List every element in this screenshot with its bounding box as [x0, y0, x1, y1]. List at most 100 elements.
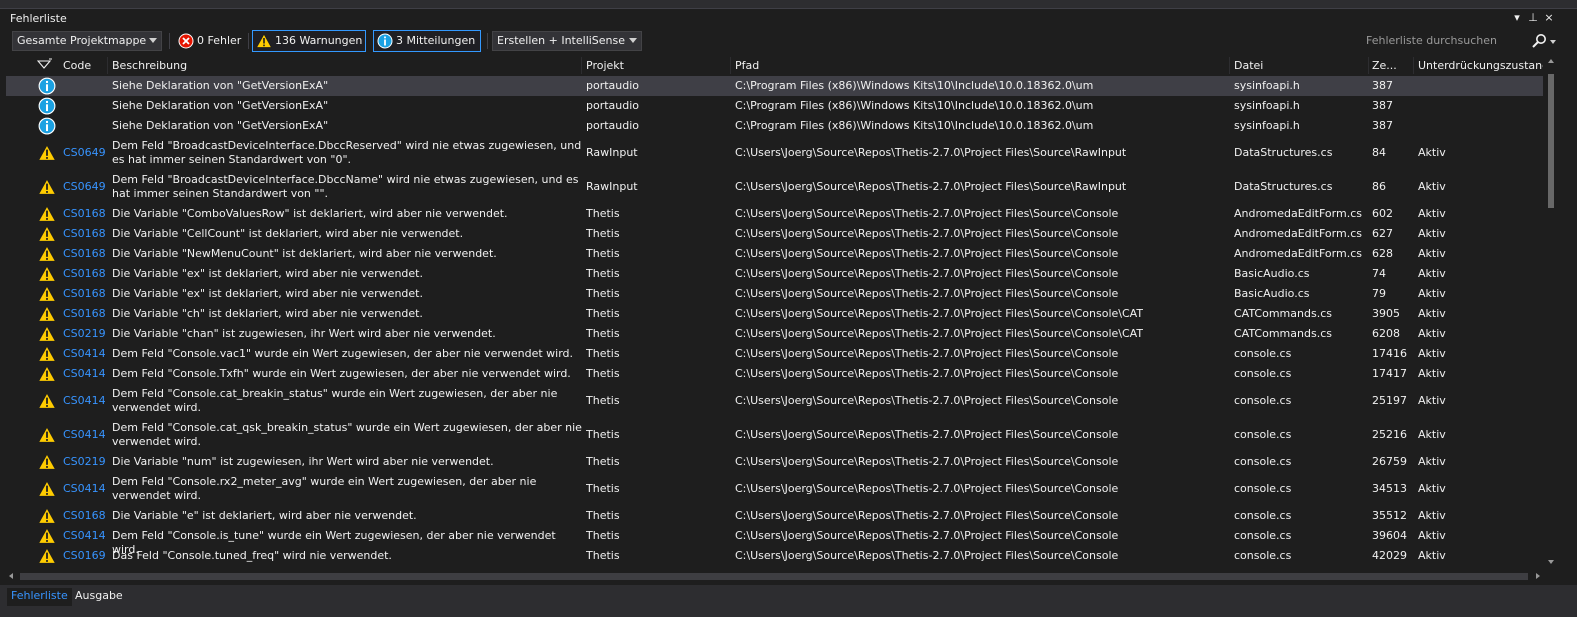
cell-suppression: Aktiv — [1418, 347, 1446, 360]
table-row[interactable]: CS0414 Dem Feld "Console.vac1" wurde ein … — [6, 344, 1543, 364]
cell-description: Dem Feld "BroadcastDeviceInterface.DbccN… — [112, 173, 579, 200]
cell-path: C:\Program Files (x86)\Windows Kits\10\I… — [735, 99, 1094, 112]
table-row[interactable]: CS0414 Dem Feld "Console.cat_qsk_breakin_… — [6, 418, 1543, 452]
cell-suppression: Aktiv — [1418, 549, 1446, 562]
tab-fehlerliste[interactable]: Fehlerliste — [7, 588, 72, 606]
column-divider[interactable] — [107, 57, 108, 74]
cell-file: console.cs — [1234, 367, 1292, 380]
column-divider[interactable] — [730, 57, 731, 74]
scroll-down-icon[interactable] — [1548, 560, 1554, 564]
warning-icon — [38, 365, 56, 382]
cell-code[interactable]: CS0168 — [63, 267, 106, 281]
column-header-line[interactable]: Ze... — [1372, 59, 1410, 72]
scroll-right-icon[interactable] — [1536, 573, 1540, 579]
column-divider[interactable] — [1413, 57, 1414, 74]
column-header-description[interactable]: Beschreibung — [112, 59, 187, 72]
column-header-suppression[interactable]: Unterdrückungszustand — [1418, 59, 1543, 72]
cell-code[interactable]: CS0414 — [63, 482, 106, 496]
messages-filter-button[interactable]: 3 Mitteilungen — [373, 30, 481, 52]
cell-file: CATCommands.cs — [1234, 327, 1332, 340]
cell-project: Thetis — [586, 207, 620, 220]
window-dropdown-icon[interactable]: ▾ — [1510, 11, 1524, 25]
cell-line: 25216 — [1372, 428, 1407, 441]
cell-code[interactable]: CS0414 — [63, 394, 106, 408]
table-row[interactable]: CS0168 Die Variable "ComboValuesRow" ist … — [6, 204, 1543, 224]
table-row[interactable]: CS0168 Die Variable "ex" ist deklariert, … — [6, 264, 1543, 284]
cell-description: Die Variable "ex" ist deklariert, wird a… — [112, 287, 423, 300]
table-row[interactable]: CS0414 Dem Feld "Console.rx2_meter_avg" w… — [6, 472, 1543, 506]
table-row[interactable]: Siehe Deklaration von "GetVersionExA" por… — [6, 116, 1543, 136]
cell-code[interactable]: CS0168 — [63, 227, 106, 241]
cell-code[interactable]: CS0168 — [63, 307, 106, 321]
search-icon[interactable] — [1531, 33, 1547, 49]
vertical-scrollbar[interactable] — [1545, 56, 1557, 568]
cell-code[interactable]: CS0414 — [63, 347, 106, 361]
cell-path: C:\Users\Joerg\Source\Repos\Thetis-2.7.0… — [735, 247, 1119, 260]
column-header-code[interactable]: Code — [63, 59, 91, 72]
vertical-scroll-thumb[interactable] — [1548, 74, 1554, 208]
cell-code[interactable]: CS0414 — [63, 367, 106, 381]
horizontal-scrollbar[interactable] — [6, 569, 1543, 583]
build-source-combo[interactable]: Erstellen + IntelliSense — [492, 31, 642, 51]
cell-code[interactable]: CS0649 — [63, 180, 106, 194]
cell-line: 84 — [1372, 146, 1386, 159]
table-row[interactable]: CS0414 Dem Feld "Console.Txfh" wurde ein … — [6, 364, 1543, 384]
table-row[interactable]: CS0414 Dem Feld "Console.is_tune" wurde e… — [6, 526, 1543, 556]
cell-code[interactable]: CS0649 — [63, 146, 106, 160]
cell-project: Thetis — [586, 367, 620, 380]
cell-suppression: Aktiv — [1418, 394, 1446, 407]
column-divider[interactable] — [1368, 57, 1369, 74]
cell-code[interactable]: CS0219 — [63, 327, 106, 341]
tab-ausgabe[interactable]: Ausgabe — [71, 588, 127, 606]
cell-code[interactable]: CS0168 — [63, 207, 106, 221]
cell-project: Thetis — [586, 549, 620, 562]
cell-path: C:\Users\Joerg\Source\Repos\Thetis-2.7.0… — [735, 327, 1144, 340]
column-header-project[interactable]: Projekt — [586, 59, 624, 72]
table-row[interactable]: Siehe Deklaration von "GetVersionExA" por… — [6, 76, 1543, 96]
cell-path: C:\Users\Joerg\Source\Repos\Thetis-2.7.0… — [735, 146, 1127, 159]
cell-line: 39604 — [1372, 529, 1407, 542]
cell-code[interactable]: CS0168 — [63, 287, 106, 301]
warnings-filter-button[interactable]: 136 Warnungen — [252, 30, 366, 52]
cell-path: C:\Users\Joerg\Source\Repos\Thetis-2.7.0… — [735, 394, 1119, 407]
filter-icon[interactable] — [37, 58, 53, 72]
scroll-left-icon[interactable] — [9, 573, 13, 579]
cell-code[interactable]: CS0168 — [63, 509, 106, 523]
errors-filter-button[interactable]: 0 Fehler — [174, 30, 244, 52]
table-row[interactable]: CS0168 Die Variable "CellCount" ist dekla… — [6, 224, 1543, 244]
column-header-path[interactable]: Pfad — [735, 59, 759, 72]
table-row[interactable]: CS0168 Die Variable "ch" ist deklariert, … — [6, 304, 1543, 324]
search-input[interactable]: Fehlerliste durchsuchen — [1361, 31, 1559, 51]
search-options-chevron-icon[interactable] — [1550, 40, 1556, 44]
cell-code[interactable]: CS0219 — [63, 455, 106, 469]
cell-code[interactable]: CS0169 — [63, 549, 106, 563]
table-row[interactable]: Siehe Deklaration von "GetVersionExA" por… — [6, 96, 1543, 116]
table-row[interactable]: CS0649 Dem Feld "BroadcastDeviceInterface… — [6, 136, 1543, 170]
cell-file: console.cs — [1234, 347, 1292, 360]
close-icon[interactable]: × — [1542, 11, 1556, 25]
table-row[interactable]: CS0168 Die Variable "e" ist deklariert, w… — [6, 506, 1543, 526]
cell-code[interactable]: CS0168 — [63, 247, 106, 261]
column-header-file[interactable]: Datei — [1234, 59, 1263, 72]
table-row[interactable]: CS0168 Die Variable "ex" ist deklariert, … — [6, 284, 1543, 304]
column-divider[interactable] — [1229, 57, 1230, 74]
cell-code[interactable]: CS0414 — [63, 428, 106, 442]
warning-icon — [38, 285, 56, 302]
table-row[interactable]: CS0169 Das Feld "Console.tuned_freq" wird… — [6, 546, 1543, 566]
horizontal-scroll-thumb[interactable] — [20, 573, 1528, 580]
cell-line: 35512 — [1372, 509, 1407, 522]
info-icon — [38, 117, 56, 135]
column-header: Code Beschreibung Projekt Pfad Datei Ze.… — [6, 56, 1543, 75]
pin-icon[interactable]: ⊥ — [1526, 11, 1540, 25]
table-row[interactable]: CS0219 Die Variable "chan" ist zugewiesen… — [6, 324, 1543, 344]
table-row[interactable]: CS0649 Dem Feld "BroadcastDeviceInterface… — [6, 170, 1543, 204]
table-row[interactable]: CS0168 Die Variable "NewMenuCount" ist de… — [6, 244, 1543, 264]
scope-combo[interactable]: Gesamte Projektmappe — [12, 31, 162, 51]
cell-code[interactable]: CS0414 — [63, 529, 106, 543]
cell-suppression: Aktiv — [1418, 455, 1446, 468]
scroll-up-icon[interactable] — [1548, 59, 1554, 63]
table-row[interactable]: CS0414 Dem Feld "Console.cat_breakin_stat… — [6, 384, 1543, 418]
cell-file: DataStructures.cs — [1234, 180, 1333, 193]
column-divider[interactable] — [581, 57, 582, 74]
table-row[interactable]: CS0219 Die Variable "num" ist zugewiesen,… — [6, 452, 1543, 472]
